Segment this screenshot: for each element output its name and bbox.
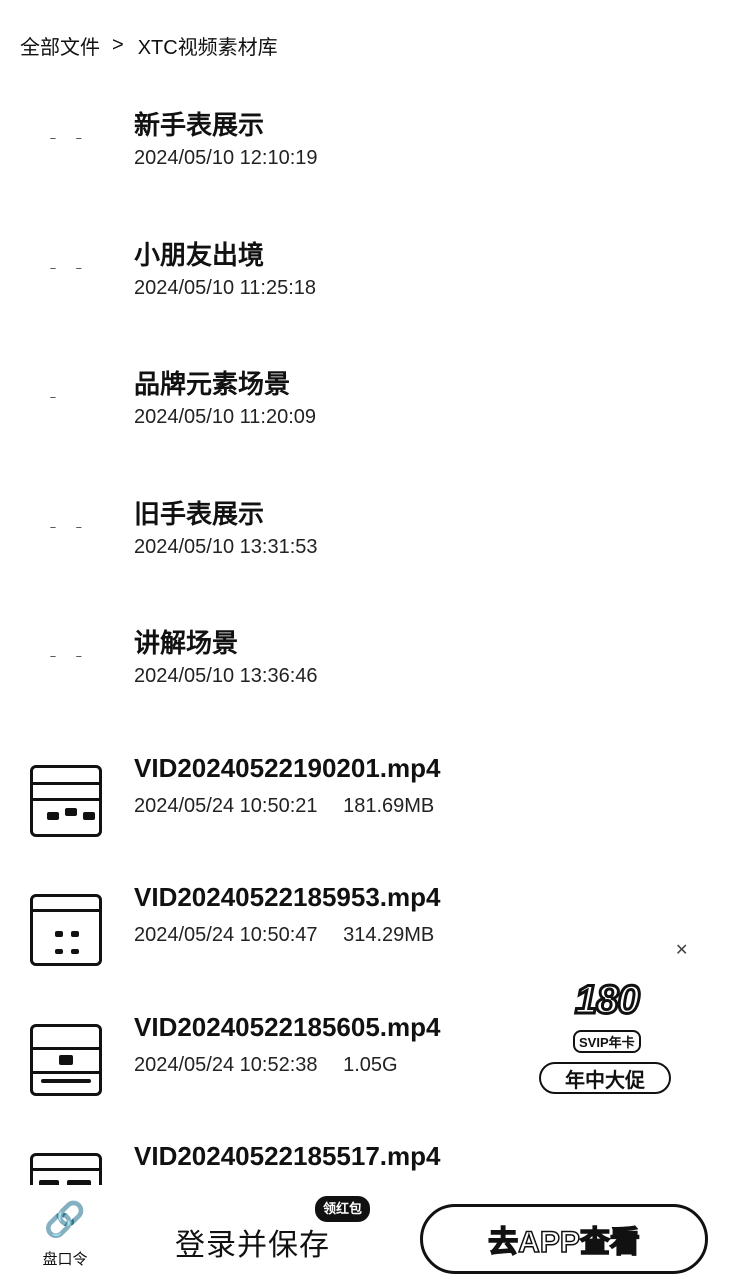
file-meta: 2024/05/24 10:50:21 181.69MB	[134, 795, 434, 818]
file-date: 2024/05/10 13:36:46	[134, 665, 318, 687]
promo-tag: SVIP年卡	[573, 1030, 641, 1053]
breadcrumb: 全部文件 > XTC视频素材库	[20, 30, 278, 60]
breadcrumb-root[interactable]: 全部文件	[20, 31, 100, 60]
open-app-button[interactable]: 去APP查看	[420, 1204, 708, 1274]
file-date: 2024/05/24 10:50:47	[134, 924, 318, 946]
file-meta: 2024/05/10 13:36:46	[134, 665, 318, 688]
red-packet-badge: 领红包	[315, 1196, 371, 1222]
file-name: VID20240522185605.mp4	[134, 1011, 441, 1042]
file-row[interactable]: ﹣ ﹣ 新手表展示 2024/05/10 12:10:19	[0, 95, 743, 225]
file-date: 2024/05/10 13:31:53	[134, 535, 318, 558]
video-thumbnail	[30, 1153, 102, 1185]
folder-icon: ﹣ ﹣	[46, 647, 90, 663]
file-row[interactable]: VID20240522190201.mp4 2024/05/24 10:50:2…	[0, 743, 743, 873]
file-meta: 2024/05/24 10:52:38 1.05G	[134, 1054, 398, 1077]
file-name: 讲解场景	[134, 628, 239, 658]
breadcrumb-current: XTC视频素材库	[137, 36, 278, 59]
file-meta: 2024/05/10 11:20:09	[134, 406, 316, 429]
file-meta: 2024/05/10 12:10:19	[134, 147, 318, 170]
promo-badge[interactable]: ✕ 180 SVIP年卡 年中大促	[535, 942, 688, 1100]
file-name: VID20240522190201.mp4	[134, 752, 441, 783]
file-date: 2024/05/24 10:50:21	[134, 794, 318, 817]
file-name: 小朋友出境	[134, 239, 265, 270]
share-code-button[interactable]: 🔗 盘口令	[30, 1202, 100, 1274]
file-meta: 2024/05/10 13:31:53	[134, 536, 318, 559]
promo-label: 年中大促	[539, 1062, 671, 1094]
sparkle-icon: ✕	[675, 942, 689, 959]
file-name: 新手表展示	[134, 110, 265, 140]
file-row[interactable]: ﹣ 品牌元素场景 2024/05/10 11:20:09	[0, 354, 743, 484]
video-thumbnail	[30, 894, 102, 966]
video-thumbnail	[30, 764, 102, 837]
file-name: 品牌元素场景	[134, 369, 291, 399]
video-thumbnail	[30, 1023, 102, 1096]
folder-icon: ﹣ ﹣	[46, 517, 90, 534]
file-row[interactable]: ﹣ ﹣ 讲解场景 2024/05/10 13:36:46	[0, 613, 743, 743]
file-date: 2024/05/24 10:52:38	[134, 1053, 318, 1076]
file-date: 2024/05/10 11:25:18	[134, 276, 317, 299]
file-date: 2024/05/10 12:10:19	[134, 147, 318, 169]
file-name: VID20240522185517.mp4	[134, 1141, 441, 1171]
breadcrumb-separator: >	[112, 33, 124, 56]
folder-icon: ﹣ ﹣	[46, 258, 90, 275]
file-size: 1.05G	[343, 1053, 398, 1076]
login-save-button[interactable]: 登录并保存	[175, 1220, 330, 1264]
file-size: 314.29MB	[343, 924, 435, 946]
file-meta: 2024/05/24 10:50:47 314.29MB	[134, 924, 434, 947]
promo-number: 180	[574, 977, 642, 1024]
file-row[interactable]: ﹣ ﹣ 旧手表展示 2024/05/10 13:31:53	[0, 484, 743, 614]
folder-icon: ﹣	[46, 388, 64, 404]
file-date: 2024/05/10 11:20:09	[134, 406, 317, 428]
link-icon: 🔗	[43, 1201, 87, 1239]
folder-icon: ﹣ ﹣	[46, 129, 90, 145]
share-code-label: 盘口令	[42, 1251, 88, 1268]
file-row[interactable]: ﹣ ﹣ 小朋友出境 2024/05/10 11:25:18	[0, 225, 743, 355]
file-size: 181.69MB	[343, 794, 435, 817]
file-meta: 2024/05/10 11:25:18	[134, 277, 316, 300]
file-name: VID20240522185953.mp4	[134, 882, 441, 912]
file-name: 旧手表展示	[134, 498, 265, 529]
file-row[interactable]: VID20240522185517.mp4	[0, 1131, 743, 1185]
bottom-bar: 🔗 盘口令 领红包 登录并保存 去APP查看	[0, 1190, 743, 1280]
